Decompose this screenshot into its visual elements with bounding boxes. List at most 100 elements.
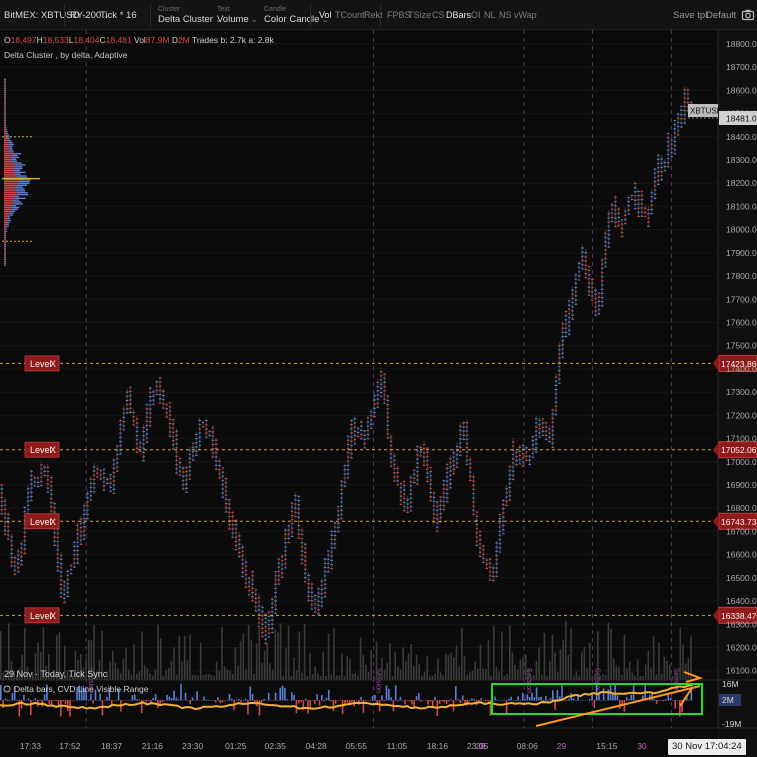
toggle-ns[interactable]: NS xyxy=(499,0,512,30)
volume-bar xyxy=(122,658,125,680)
profile-bar xyxy=(4,154,12,157)
cluster-cell xyxy=(290,519,294,521)
cluster-cell xyxy=(683,114,687,116)
volume-bar xyxy=(612,658,615,680)
profile-bar xyxy=(8,147,13,149)
cluster-cell xyxy=(525,455,528,457)
price-chart[interactable]: SessionSessionSessionSessionSession Leve… xyxy=(0,30,757,757)
toggle-fpbs[interactable]: FPBS xyxy=(387,0,411,30)
cluster-cell xyxy=(475,519,479,521)
cluster-cell xyxy=(406,503,409,505)
cluster-cell xyxy=(241,575,244,578)
cluster-cell xyxy=(152,391,155,393)
cluster-cell xyxy=(350,453,353,455)
delta-bar xyxy=(263,698,265,701)
volume-bar xyxy=(540,675,543,680)
cluster-cell xyxy=(554,393,558,395)
toggle-tsize[interactable]: TSize xyxy=(408,0,431,30)
price-tick-label: 16900.0 xyxy=(726,480,757,490)
cluster-cell xyxy=(657,179,660,181)
cluster-cell xyxy=(544,434,548,436)
cluster-cell xyxy=(571,310,574,312)
delta-bar xyxy=(660,700,663,701)
cluster-cell xyxy=(554,409,558,412)
toggle-oi[interactable]: OI xyxy=(471,0,481,30)
delta-bar xyxy=(443,700,446,703)
save-template-button[interactable]: Save tpl xyxy=(673,0,707,30)
screenshot-button[interactable] xyxy=(741,0,755,30)
delta-bar xyxy=(272,700,275,701)
volume-bar xyxy=(639,675,642,680)
profile-bar xyxy=(4,93,6,96)
cluster-cell xyxy=(231,536,235,538)
profile-bar xyxy=(15,190,26,192)
profile-bar xyxy=(7,218,10,220)
cluster-cell xyxy=(16,567,20,569)
delta-bar xyxy=(672,700,674,701)
toggle-cs[interactable]: CS xyxy=(432,0,445,30)
cluster-cell xyxy=(303,556,307,558)
cluster-cell xyxy=(396,480,399,482)
profile-bar xyxy=(4,106,6,109)
toggle-tcount[interactable]: TCount xyxy=(335,0,365,30)
volume-bar xyxy=(495,666,498,680)
delta-bar xyxy=(115,699,118,701)
toggle-nl[interactable]: NL xyxy=(484,0,496,30)
volume-bar xyxy=(311,673,314,680)
delta-bar xyxy=(332,700,335,711)
cluster-cell xyxy=(551,430,555,432)
cluster-cell xyxy=(366,434,370,436)
level-remove-icon[interactable]: X xyxy=(50,445,56,455)
aggregation-selector[interactable]: Tick * 16 xyxy=(100,0,137,30)
cluster-cell xyxy=(267,632,271,634)
profile-bar xyxy=(5,240,6,242)
cluster-cell xyxy=(274,604,277,606)
cluster-cell xyxy=(320,584,324,586)
cluster-cell xyxy=(647,209,650,211)
volume-bar xyxy=(423,671,426,680)
volume-bar xyxy=(642,675,644,680)
profile-bar xyxy=(15,164,26,166)
default-template-button[interactable]: Default xyxy=(706,0,736,30)
profile-bar xyxy=(7,216,11,218)
cluster-cell xyxy=(419,446,423,449)
cluster-cell xyxy=(102,472,106,475)
time-tick-label: 29 xyxy=(557,741,567,751)
level-remove-icon[interactable]: X xyxy=(50,611,56,621)
delta-bar xyxy=(249,686,252,701)
cluster-cell xyxy=(241,546,244,548)
level-remove-icon[interactable]: X xyxy=(50,359,56,369)
cluster-selector[interactable]: Cluster Delta Cluster ⌄ xyxy=(158,0,222,30)
volume-bar xyxy=(524,654,527,680)
cluster-cell xyxy=(76,554,79,556)
volume-bar xyxy=(559,649,562,680)
delta-bar xyxy=(524,698,526,701)
toggle-dbars[interactable]: DBars xyxy=(446,0,471,30)
cluster-cell xyxy=(16,571,20,573)
toggle-vol[interactable]: Vol xyxy=(319,0,332,30)
cluster-cell xyxy=(534,422,538,424)
cluster-cell xyxy=(158,394,162,396)
cluster-cell xyxy=(333,530,337,532)
toggle-vwap[interactable]: vWap xyxy=(514,0,537,30)
delta-bar xyxy=(517,696,519,701)
cluster-cell xyxy=(653,193,657,195)
cluster-cell xyxy=(439,517,442,519)
delta-bar xyxy=(401,699,404,701)
volume-bar xyxy=(674,671,676,680)
level-remove-icon[interactable]: X xyxy=(50,517,56,527)
cluster-cell xyxy=(181,467,185,469)
cluster-cell xyxy=(373,399,376,401)
cluster-cell xyxy=(188,466,192,468)
cluster-cell xyxy=(564,310,568,313)
profile-bar xyxy=(5,115,6,118)
cluster-cell xyxy=(238,543,241,545)
profile-bar xyxy=(4,147,9,149)
cluster-cell xyxy=(518,463,522,465)
volume-bar xyxy=(135,673,138,680)
text-selector[interactable]: Text Volume ⌄ xyxy=(217,0,257,30)
cluster-cell xyxy=(515,460,518,462)
cluster-cell xyxy=(531,444,535,446)
cluster-cell xyxy=(191,459,195,461)
cluster-cell xyxy=(142,435,145,437)
